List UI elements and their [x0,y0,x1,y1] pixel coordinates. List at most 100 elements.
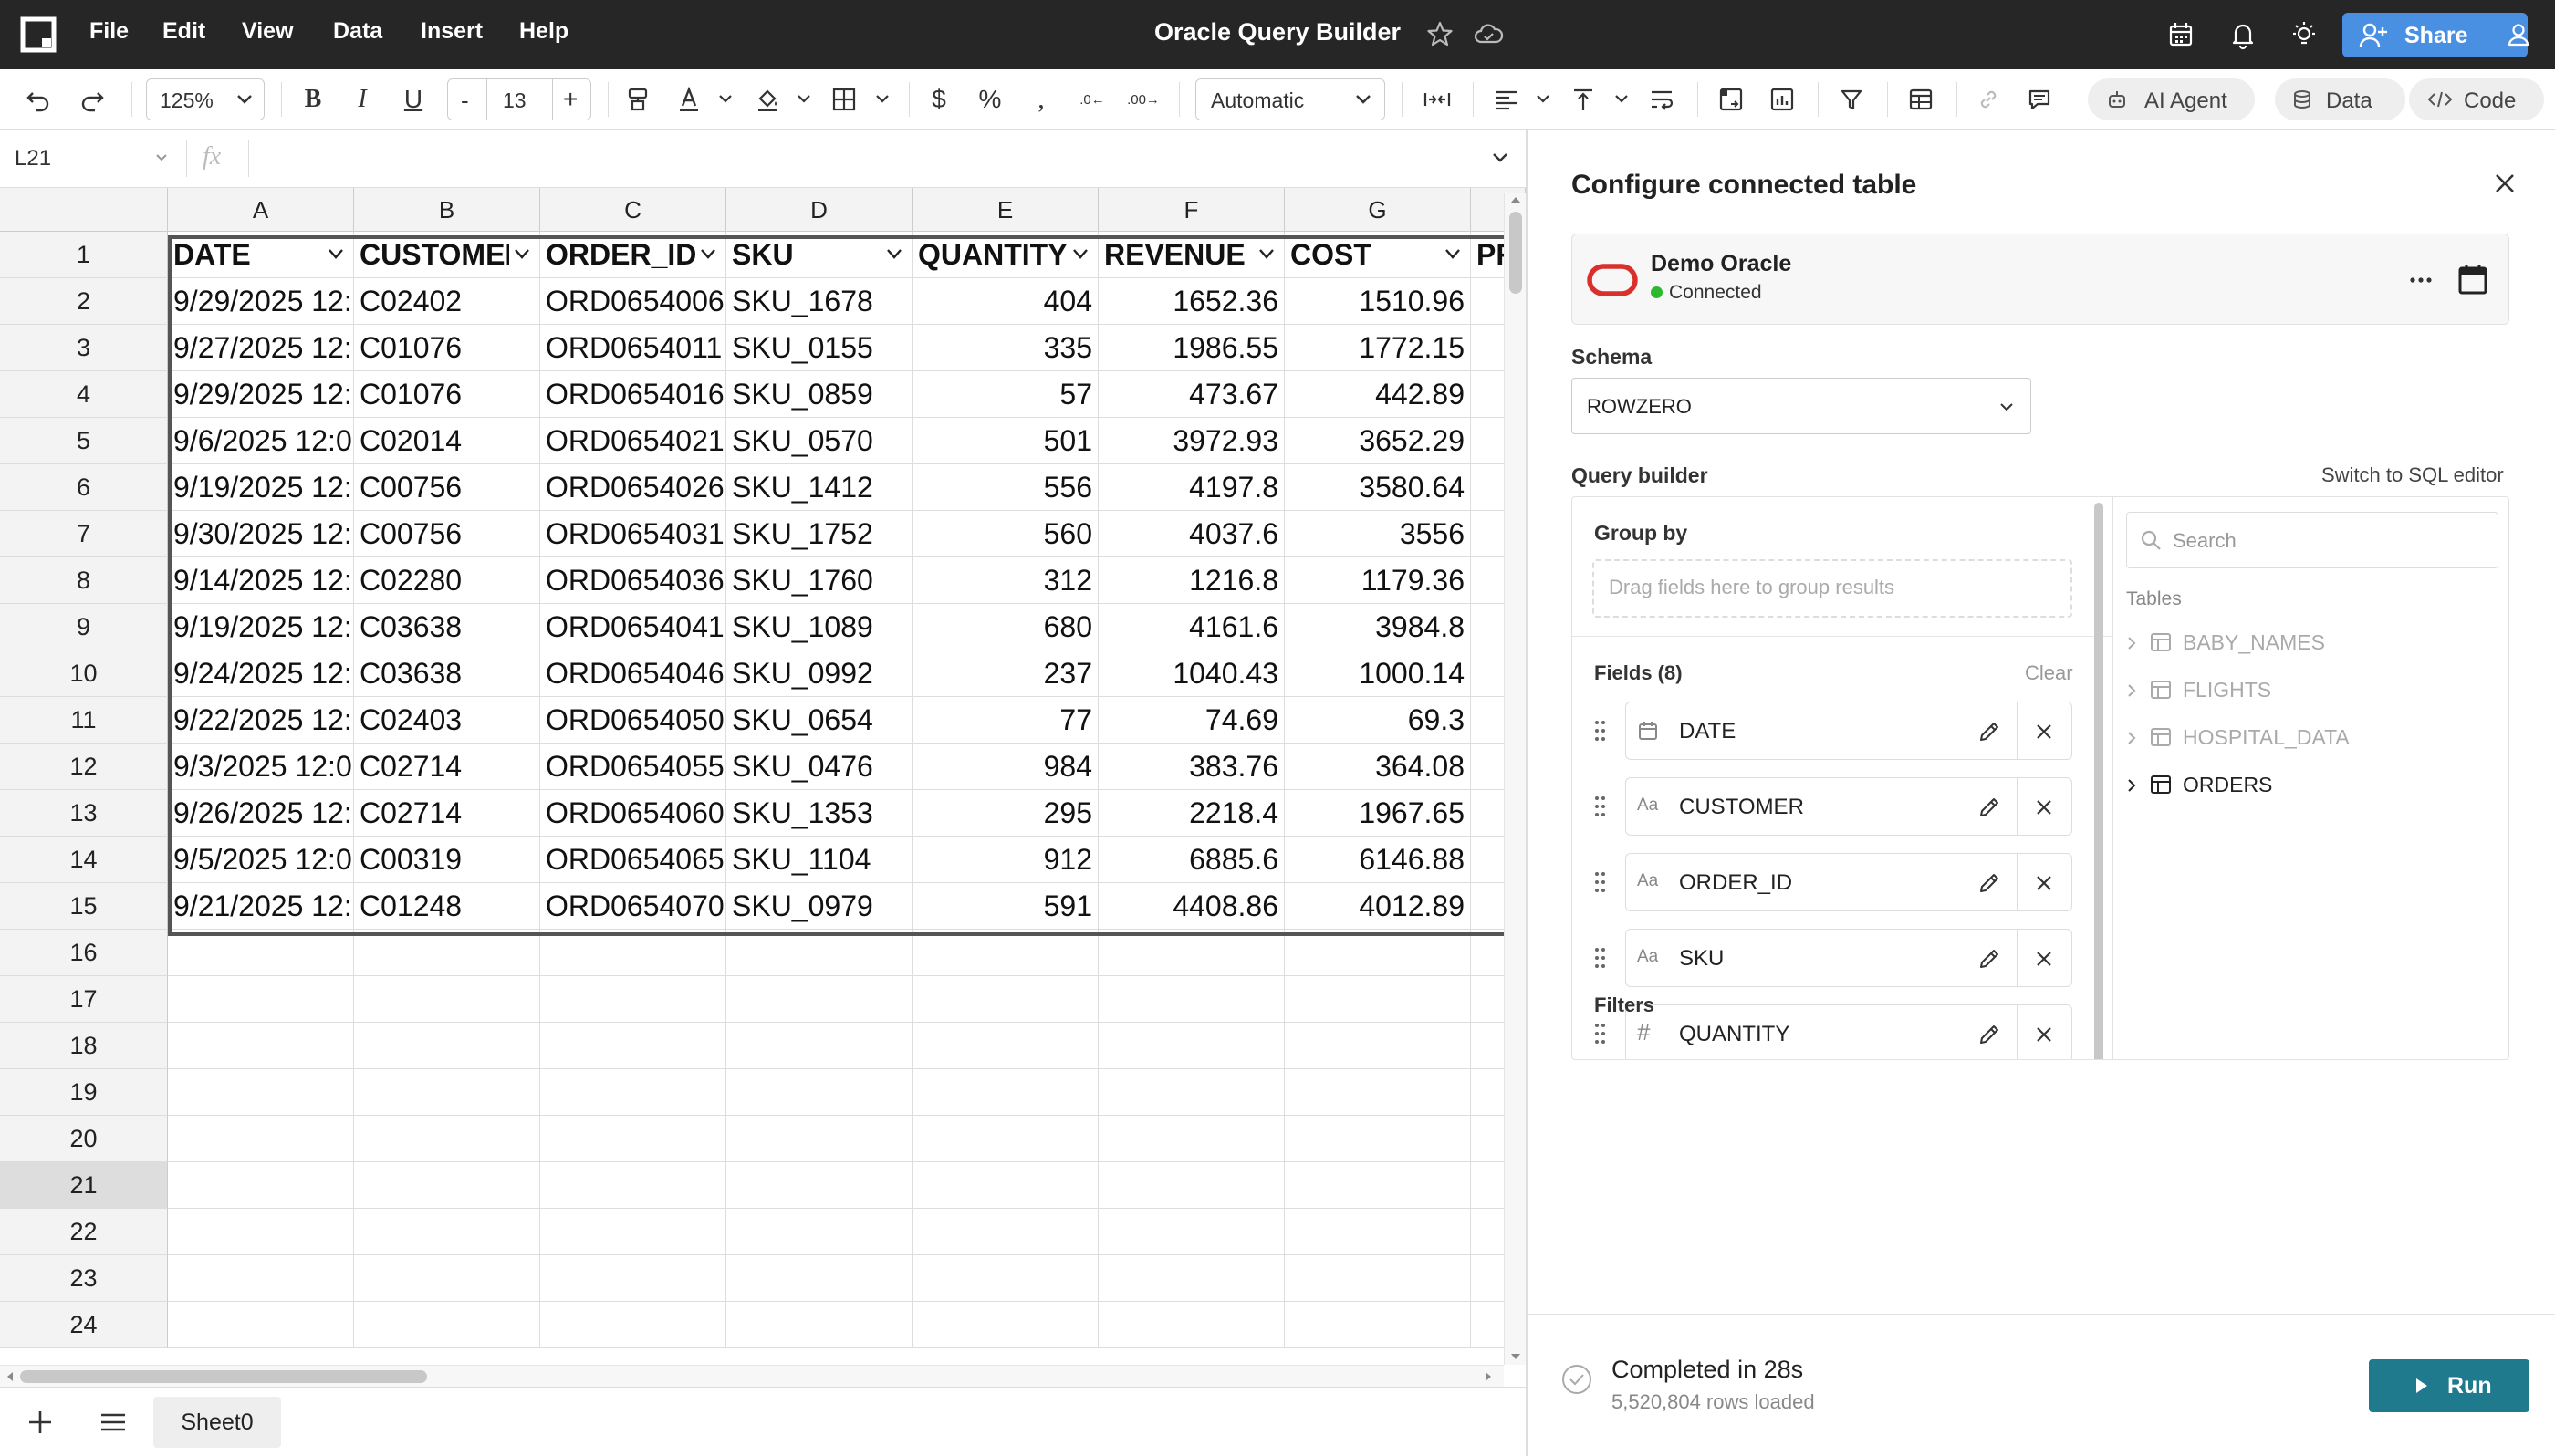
chevron-down-icon[interactable] [788,84,819,115]
table-cell[interactable]: SKU_1752 [726,511,912,557]
edit-pencil-icon[interactable] [1976,795,2002,820]
drag-handle-icon[interactable] [1592,718,1609,744]
table-cell[interactable]: 9/24/2025 12:00 [168,650,354,697]
empty-cell[interactable] [912,1255,1099,1302]
empty-cell[interactable] [912,1023,1099,1069]
pivot-table-icon[interactable] [1716,84,1747,115]
star-icon[interactable] [1424,18,1456,51]
table-cell[interactable]: 2218.4 [1099,790,1285,837]
percent-format-icon[interactable]: % [975,84,1006,115]
empty-cell[interactable] [726,1255,912,1302]
column-header-b[interactable]: B [354,188,540,232]
empty-cell[interactable] [168,1162,354,1209]
table-cell[interactable]: C00319 [354,837,540,883]
currency-format-icon[interactable]: $ [923,84,954,115]
empty-cell[interactable] [168,1069,354,1116]
decrease-font-button[interactable]: - [461,87,469,115]
clear-fields-button[interactable]: Clear [2025,661,2073,685]
empty-cell[interactable] [540,1209,726,1255]
empty-cell[interactable] [1099,1069,1285,1116]
empty-cell[interactable] [354,1255,540,1302]
empty-cell[interactable] [726,930,912,976]
empty-cell[interactable] [912,976,1099,1023]
remove-field-icon[interactable] [2033,948,2055,970]
number-format-select[interactable]: Automatic [1195,78,1385,120]
table-cell[interactable]: 3984.8 [1285,604,1471,650]
table-cell[interactable]: 9/14/2025 12:00 [168,557,354,604]
empty-cell[interactable] [1285,1162,1471,1209]
chevron-down-icon[interactable] [867,84,898,115]
table-cell[interactable]: C00756 [354,464,540,511]
empty-cell[interactable] [726,1209,912,1255]
table-cell[interactable]: 9/26/2025 12:00 [168,790,354,837]
table-cell[interactable]: 295 [912,790,1099,837]
table-cell[interactable]: 9/29/2025 12:00 [168,278,354,325]
borders-icon[interactable] [829,84,860,115]
empty-cell[interactable] [726,976,912,1023]
empty-cell[interactable] [1285,1255,1471,1302]
row-header[interactable]: 24 [0,1302,168,1348]
table-cell[interactable]: 1652.36 [1099,278,1285,325]
table-header-cell[interactable]: ORDER_ID [540,232,726,278]
code-button[interactable]: Code [2409,78,2544,120]
table-cell[interactable]: 4037.6 [1099,511,1285,557]
table-cell[interactable]: 3556 [1285,511,1471,557]
filter-icon[interactable] [1836,84,1867,115]
table-cell[interactable]: ORD0654006 [540,278,726,325]
empty-cell[interactable] [1285,976,1471,1023]
table-cell[interactable]: SKU_0476 [726,744,912,790]
table-cell[interactable]: 9/21/2025 12:00 [168,883,354,930]
table-cell[interactable]: 4161.6 [1099,604,1285,650]
table-header-cell[interactable]: COST [1285,232,1471,278]
row-header[interactable]: 19 [0,1069,168,1116]
table-cell[interactable]: C01248 [354,883,540,930]
vertical-scroll-thumb[interactable] [1509,212,1522,294]
row-header[interactable]: 11 [0,697,168,744]
schedule-calendar-icon[interactable] [2456,262,2490,296]
vertical-align-icon[interactable] [1568,84,1599,115]
column-filter-chevron-icon[interactable] [328,248,344,261]
empty-cell[interactable] [168,1302,354,1348]
empty-cell[interactable] [912,1209,1099,1255]
formula-input[interactable] [256,137,1469,181]
empty-cell[interactable] [168,1255,354,1302]
increase-font-button[interactable]: + [563,85,578,114]
empty-cell[interactable] [540,1116,726,1162]
table-cell[interactable]: 74.69 [1099,697,1285,744]
row-header[interactable]: 13 [0,790,168,837]
empty-cell[interactable] [726,1302,912,1348]
fields-scroll-thumb[interactable] [2094,503,2103,1059]
table-cell[interactable]: 6885.6 [1099,837,1285,883]
chevron-down-icon[interactable] [710,84,741,115]
table-cell[interactable]: 383.76 [1099,744,1285,790]
sheet-tab[interactable]: Sheet0 [153,1397,281,1448]
table-cell[interactable]: ORD0654060 [540,790,726,837]
bold-icon[interactable]: B [297,84,328,115]
menu-data[interactable]: Data [333,18,382,45]
font-size-value[interactable]: 13 [503,88,527,113]
column-filter-chevron-icon[interactable] [700,248,716,261]
share-button[interactable]: Share [2342,13,2528,57]
decrease-decimal-icon[interactable]: .0← [1077,84,1108,115]
table-cell[interactable]: ORD0654065 [540,837,726,883]
table-cell[interactable]: C02014 [354,418,540,464]
more-options-icon[interactable] [2406,265,2435,295]
table-cell[interactable]: 1986.55 [1099,325,1285,371]
row-header[interactable]: 1 [0,232,168,278]
schema-select[interactable]: ROWZERO [1571,378,2031,434]
table-cell[interactable]: 9/6/2025 12:00 [168,418,354,464]
remove-field-icon[interactable] [2033,872,2055,894]
table-cell[interactable]: SKU_1089 [726,604,912,650]
row-header[interactable]: 12 [0,744,168,790]
table-cell[interactable]: 4408.86 [1099,883,1285,930]
bell-icon[interactable] [2226,18,2259,51]
remove-field-icon[interactable] [2033,1024,2055,1045]
menu-insert[interactable]: Insert [421,18,483,45]
table-cell[interactable]: 984 [912,744,1099,790]
text-wrap-icon[interactable] [1646,84,1677,115]
field-chip[interactable]: Aa CUSTOMER [1625,777,2072,836]
row-header[interactable]: 8 [0,557,168,604]
empty-cell[interactable] [1285,1116,1471,1162]
row-header[interactable]: 9 [0,604,168,650]
table-tree-item[interactable]: HOSPITAL_DATA [2113,720,2497,756]
